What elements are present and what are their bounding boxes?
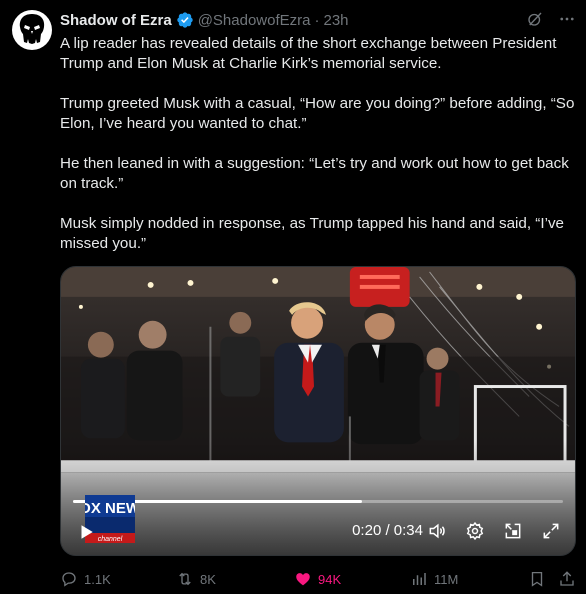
- tweet-paragraph: Musk simply nodded in response, as Trump…: [60, 215, 569, 252]
- video-controls: [427, 521, 561, 541]
- like-icon: [296, 573, 310, 586]
- author-handle[interactable]: @ShadowofEzra: [198, 12, 311, 29]
- reply-button[interactable]: 1.1K: [60, 570, 111, 588]
- video-progress-bar[interactable]: [73, 500, 563, 503]
- timestamp[interactable]: 23h: [323, 12, 348, 29]
- repost-count: 8K: [200, 571, 216, 587]
- tweet-card[interactable]: Shadow of Ezra @ShadowofEzra · 23h A lip…: [0, 0, 586, 594]
- like-count: 94K: [318, 571, 342, 587]
- fullscreen-icon[interactable]: [541, 521, 561, 541]
- reply-icon: [62, 572, 76, 587]
- reply-count: 1.1K: [84, 571, 111, 587]
- like-button[interactable]: 94K: [294, 570, 341, 588]
- repost-icon: [179, 572, 191, 586]
- separator-dot: ·: [314, 11, 320, 29]
- repost-button[interactable]: 8K: [176, 570, 216, 588]
- tweet-paragraph: Trump greeted Musk with a casual, “How a…: [60, 95, 579, 132]
- volume-icon[interactable]: [427, 521, 447, 541]
- tweet-header: Shadow of Ezra @ShadowofEzra · 23h: [60, 10, 349, 30]
- pip-icon[interactable]: [503, 521, 523, 541]
- video-player[interactable]: FOX NEWS channel 0:20 / 0:34: [60, 266, 576, 556]
- verified-badge-icon: [177, 12, 193, 28]
- tweet-text: A lip reader has revealed details of the…: [60, 34, 576, 254]
- more-icon[interactable]: [558, 10, 576, 28]
- share-button[interactable]: [558, 570, 576, 588]
- video-time: 0:20 / 0:34: [352, 522, 423, 539]
- logo-fox-text: FOX NEWS: [85, 500, 135, 517]
- bookmark-icon: [531, 571, 543, 587]
- play-icon[interactable]: [77, 523, 95, 541]
- author-name[interactable]: Shadow of Ezra: [60, 12, 172, 29]
- logo-channel-text: channel: [98, 536, 123, 543]
- tweet-paragraph: He then leaned in with a suggestion: “Le…: [60, 155, 574, 192]
- punisher-skull-icon: [19, 14, 45, 44]
- avatar[interactable]: [12, 10, 52, 50]
- settings-icon[interactable]: [465, 521, 485, 541]
- tweet-actions: 1.1K 8K 94K 11M: [60, 568, 576, 590]
- grok-icon[interactable]: [526, 10, 544, 28]
- video-frame: [61, 267, 575, 555]
- view-count: 11M: [434, 571, 459, 587]
- views-button[interactable]: 11M: [410, 570, 458, 588]
- bookmark-button[interactable]: [528, 570, 546, 588]
- views-icon: [413, 573, 426, 585]
- top-actions: [526, 10, 576, 28]
- share-icon: [560, 571, 574, 586]
- tweet-paragraph: A lip reader has revealed details of the…: [60, 35, 561, 72]
